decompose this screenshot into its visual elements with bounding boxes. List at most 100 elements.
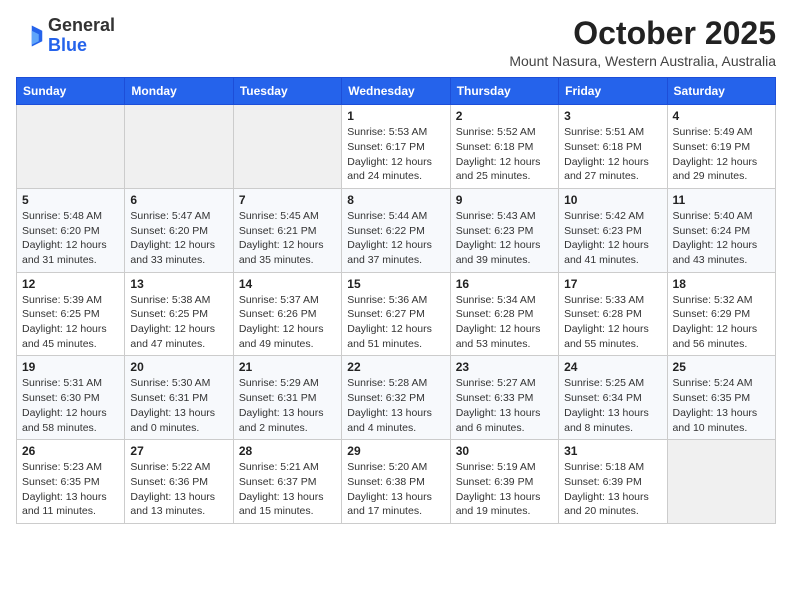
day-info: Sunrise: 5:18 AM Sunset: 6:39 PM Dayligh… <box>564 460 661 519</box>
day-number: 18 <box>673 277 770 291</box>
day-number: 11 <box>673 193 770 207</box>
month-title: October 2025 <box>509 16 776 51</box>
day-info: Sunrise: 5:48 AM Sunset: 6:20 PM Dayligh… <box>22 209 119 268</box>
calendar-week-row: 5 Sunrise: 5:48 AM Sunset: 6:20 PM Daylig… <box>17 188 776 272</box>
day-info: Sunrise: 5:30 AM Sunset: 6:31 PM Dayligh… <box>130 376 227 435</box>
calendar-cell: 14 Sunrise: 5:37 AM Sunset: 6:26 PM Dayli… <box>233 272 341 356</box>
day-number: 5 <box>22 193 119 207</box>
day-number: 15 <box>347 277 444 291</box>
day-header-tuesday: Tuesday <box>233 78 341 105</box>
day-header-saturday: Saturday <box>667 78 775 105</box>
day-info: Sunrise: 5:19 AM Sunset: 6:39 PM Dayligh… <box>456 460 553 519</box>
day-info: Sunrise: 5:21 AM Sunset: 6:37 PM Dayligh… <box>239 460 336 519</box>
calendar-week-row: 19 Sunrise: 5:31 AM Sunset: 6:30 PM Dayli… <box>17 356 776 440</box>
calendar-cell: 27 Sunrise: 5:22 AM Sunset: 6:36 PM Dayli… <box>125 440 233 524</box>
day-info: Sunrise: 5:49 AM Sunset: 6:19 PM Dayligh… <box>673 125 770 184</box>
day-header-thursday: Thursday <box>450 78 558 105</box>
day-number: 14 <box>239 277 336 291</box>
calendar-cell: 1Sunrise: 5:53 AM Sunset: 6:17 PM Daylig… <box>342 105 450 189</box>
calendar-header-row: SundayMondayTuesdayWednesdayThursdayFrid… <box>17 78 776 105</box>
day-info: Sunrise: 5:45 AM Sunset: 6:21 PM Dayligh… <box>239 209 336 268</box>
day-number: 22 <box>347 360 444 374</box>
day-info: Sunrise: 5:28 AM Sunset: 6:32 PM Dayligh… <box>347 376 444 435</box>
day-info: Sunrise: 5:37 AM Sunset: 6:26 PM Dayligh… <box>239 293 336 352</box>
day-number: 26 <box>22 444 119 458</box>
calendar-cell: 30 Sunrise: 5:19 AM Sunset: 6:39 PM Dayli… <box>450 440 558 524</box>
day-info: Sunrise: 5:38 AM Sunset: 6:25 PM Dayligh… <box>130 293 227 352</box>
calendar-cell: 11Sunrise: 5:40 AM Sunset: 6:24 PM Dayli… <box>667 188 775 272</box>
day-number: 30 <box>456 444 553 458</box>
day-number: 25 <box>673 360 770 374</box>
day-number: 17 <box>564 277 661 291</box>
day-info: Sunrise: 5:27 AM Sunset: 6:33 PM Dayligh… <box>456 376 553 435</box>
calendar-week-row: 26 Sunrise: 5:23 AM Sunset: 6:35 PM Dayli… <box>17 440 776 524</box>
logo-general-text: General <box>48 15 115 35</box>
calendar-cell: 26 Sunrise: 5:23 AM Sunset: 6:35 PM Dayli… <box>17 440 125 524</box>
calendar-cell: 17 Sunrise: 5:33 AM Sunset: 6:28 PM Dayli… <box>559 272 667 356</box>
day-info: Sunrise: 5:24 AM Sunset: 6:35 PM Dayligh… <box>673 376 770 435</box>
calendar-cell <box>667 440 775 524</box>
calendar-cell: 13 Sunrise: 5:38 AM Sunset: 6:25 PM Dayli… <box>125 272 233 356</box>
calendar-cell: 20 Sunrise: 5:30 AM Sunset: 6:31 PM Dayli… <box>125 356 233 440</box>
title-block: October 2025 Mount Nasura, Western Austr… <box>509 16 776 69</box>
calendar-cell: 22 Sunrise: 5:28 AM Sunset: 6:32 PM Dayli… <box>342 356 450 440</box>
calendar-cell <box>17 105 125 189</box>
day-info: Sunrise: 5:44 AM Sunset: 6:22 PM Dayligh… <box>347 209 444 268</box>
day-number: 19 <box>22 360 119 374</box>
calendar-cell: 29 Sunrise: 5:20 AM Sunset: 6:38 PM Dayli… <box>342 440 450 524</box>
calendar-cell: 5 Sunrise: 5:48 AM Sunset: 6:20 PM Daylig… <box>17 188 125 272</box>
calendar-cell: 24 Sunrise: 5:25 AM Sunset: 6:34 PM Dayli… <box>559 356 667 440</box>
logo: General Blue <box>16 16 115 56</box>
day-info: Sunrise: 5:34 AM Sunset: 6:28 PM Dayligh… <box>456 293 553 352</box>
calendar-cell: 25 Sunrise: 5:24 AM Sunset: 6:35 PM Dayli… <box>667 356 775 440</box>
logo-icon <box>16 22 44 50</box>
day-number: 29 <box>347 444 444 458</box>
day-number: 2 <box>456 109 553 123</box>
logo-blue-text: Blue <box>48 35 87 55</box>
day-info: Sunrise: 5:36 AM Sunset: 6:27 PM Dayligh… <box>347 293 444 352</box>
calendar-cell: 7Sunrise: 5:45 AM Sunset: 6:21 PM Daylig… <box>233 188 341 272</box>
day-number: 27 <box>130 444 227 458</box>
day-number: 8 <box>347 193 444 207</box>
day-number: 13 <box>130 277 227 291</box>
calendar-cell <box>125 105 233 189</box>
day-number: 12 <box>22 277 119 291</box>
day-info: Sunrise: 5:20 AM Sunset: 6:38 PM Dayligh… <box>347 460 444 519</box>
day-info: Sunrise: 5:52 AM Sunset: 6:18 PM Dayligh… <box>456 125 553 184</box>
day-header-sunday: Sunday <box>17 78 125 105</box>
day-number: 31 <box>564 444 661 458</box>
day-number: 1 <box>347 109 444 123</box>
day-info: Sunrise: 5:47 AM Sunset: 6:20 PM Dayligh… <box>130 209 227 268</box>
day-info: Sunrise: 5:33 AM Sunset: 6:28 PM Dayligh… <box>564 293 661 352</box>
calendar-cell: 4 Sunrise: 5:49 AM Sunset: 6:19 PM Daylig… <box>667 105 775 189</box>
calendar-week-row: 12 Sunrise: 5:39 AM Sunset: 6:25 PM Dayli… <box>17 272 776 356</box>
calendar-cell: 9 Sunrise: 5:43 AM Sunset: 6:23 PM Daylig… <box>450 188 558 272</box>
day-number: 3 <box>564 109 661 123</box>
day-number: 21 <box>239 360 336 374</box>
calendar-cell: 10Sunrise: 5:42 AM Sunset: 6:23 PM Dayli… <box>559 188 667 272</box>
page-header: General Blue October 2025 Mount Nasura, … <box>16 16 776 69</box>
day-info: Sunrise: 5:23 AM Sunset: 6:35 PM Dayligh… <box>22 460 119 519</box>
day-header-friday: Friday <box>559 78 667 105</box>
calendar-cell: 6Sunrise: 5:47 AM Sunset: 6:20 PM Daylig… <box>125 188 233 272</box>
day-number: 20 <box>130 360 227 374</box>
day-info: Sunrise: 5:51 AM Sunset: 6:18 PM Dayligh… <box>564 125 661 184</box>
day-number: 9 <box>456 193 553 207</box>
day-number: 23 <box>456 360 553 374</box>
calendar-cell: 8 Sunrise: 5:44 AM Sunset: 6:22 PM Daylig… <box>342 188 450 272</box>
day-number: 24 <box>564 360 661 374</box>
day-info: Sunrise: 5:22 AM Sunset: 6:36 PM Dayligh… <box>130 460 227 519</box>
calendar-table: SundayMondayTuesdayWednesdayThursdayFrid… <box>16 77 776 524</box>
day-info: Sunrise: 5:39 AM Sunset: 6:25 PM Dayligh… <box>22 293 119 352</box>
day-info: Sunrise: 5:29 AM Sunset: 6:31 PM Dayligh… <box>239 376 336 435</box>
day-info: Sunrise: 5:31 AM Sunset: 6:30 PM Dayligh… <box>22 376 119 435</box>
day-number: 10 <box>564 193 661 207</box>
calendar-cell: 3 Sunrise: 5:51 AM Sunset: 6:18 PM Daylig… <box>559 105 667 189</box>
day-header-wednesday: Wednesday <box>342 78 450 105</box>
day-info: Sunrise: 5:43 AM Sunset: 6:23 PM Dayligh… <box>456 209 553 268</box>
calendar-cell: 21 Sunrise: 5:29 AM Sunset: 6:31 PM Dayli… <box>233 356 341 440</box>
calendar-cell: 18Sunrise: 5:32 AM Sunset: 6:29 PM Dayli… <box>667 272 775 356</box>
calendar-cell: 19 Sunrise: 5:31 AM Sunset: 6:30 PM Dayli… <box>17 356 125 440</box>
day-number: 4 <box>673 109 770 123</box>
day-info: Sunrise: 5:25 AM Sunset: 6:34 PM Dayligh… <box>564 376 661 435</box>
